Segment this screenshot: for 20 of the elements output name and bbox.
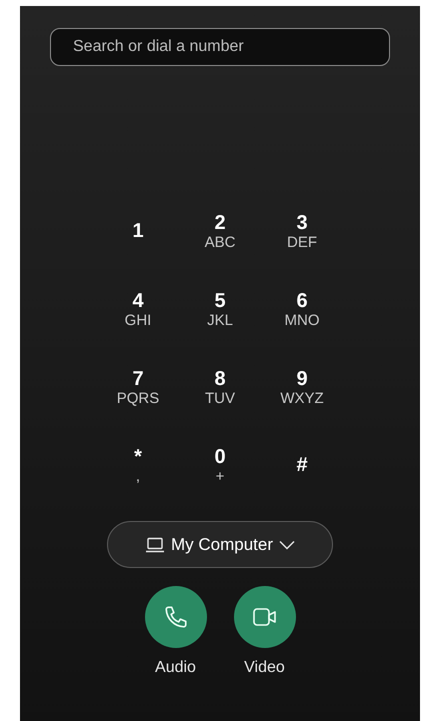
keypad-key[interactable]: 8 TUV: [190, 355, 250, 419]
keypad-key[interactable]: 9 WXYZ: [272, 355, 332, 419]
keypad-key[interactable]: 4 GHI: [108, 277, 168, 341]
keypad-key[interactable]: 0 +: [190, 433, 250, 497]
keypad-key[interactable]: 3 DEF: [272, 199, 332, 263]
search-field[interactable]: Search or dial a number: [50, 28, 390, 66]
video-camera-icon: [250, 605, 278, 629]
call-label: Audio: [155, 658, 196, 678]
keypad-key[interactable]: 1: [108, 199, 168, 263]
call-label: Video: [244, 658, 285, 678]
keypad-key[interactable]: 6 MNO: [272, 277, 332, 341]
chevron-down-icon: [279, 540, 296, 550]
phone-icon: [162, 604, 188, 630]
device-selector[interactable]: My Computer: [107, 521, 333, 568]
keypad-key[interactable]: #: [272, 433, 332, 497]
keypad-key[interactable]: * ,: [108, 433, 168, 497]
keypad-key[interactable]: 7 PQRS: [108, 355, 168, 419]
laptop-icon: [144, 536, 165, 552]
keypad-key[interactable]: 5 JKL: [190, 277, 250, 341]
keypad-key[interactable]: 2 ABC: [190, 199, 250, 263]
